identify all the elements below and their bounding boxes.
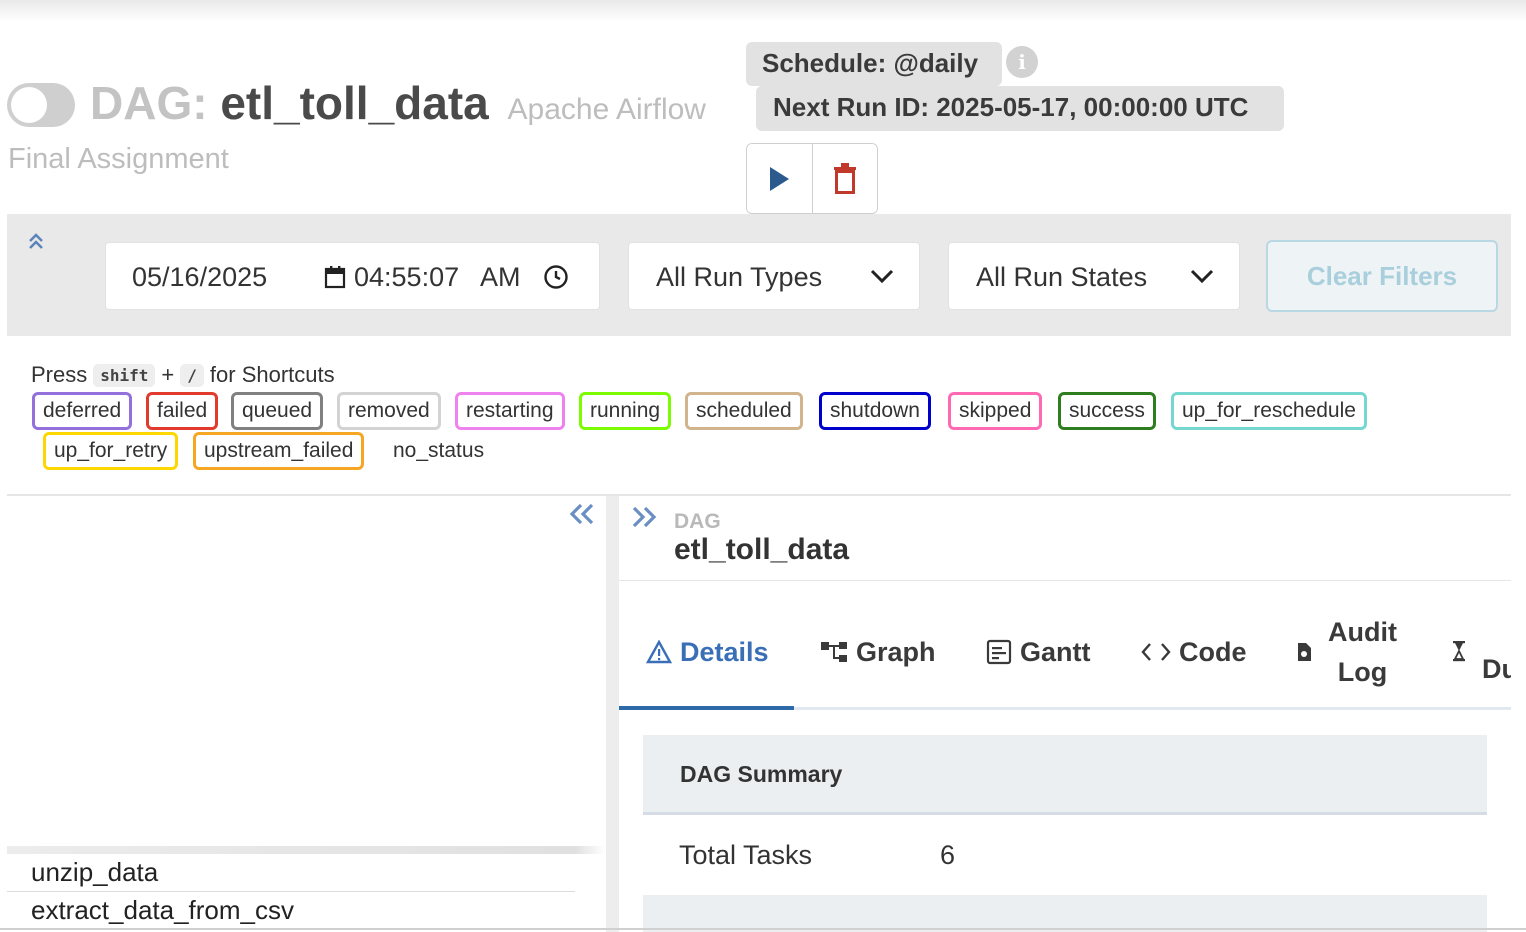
dag-title-app: Apache Airflow: [507, 93, 706, 126]
grid-scrollbar[interactable]: [7, 846, 605, 854]
date-value: 05/16/2025: [132, 262, 268, 292]
code-icon: [1141, 641, 1171, 663]
state-legend-item[interactable]: queued: [231, 392, 324, 430]
state-legend-item[interactable]: restarting: [455, 392, 565, 430]
dag-title-id: etl_toll_data: [220, 77, 489, 129]
run-type-value: All Run Types: [656, 262, 823, 292]
state-legend-item[interactable]: success: [1058, 392, 1156, 430]
tab-code[interactable]: Code: [1141, 612, 1247, 692]
state-legend-item[interactable]: skipped: [948, 392, 1043, 430]
active-tab-indicator: [619, 706, 794, 710]
state-legend-item[interactable]: failed: [146, 392, 219, 430]
dag-title-prefix: DAG:: [90, 77, 208, 129]
shortcut-key-slash: /: [180, 363, 204, 387]
divider: [7, 891, 575, 892]
collapse-grid-icon[interactable]: [568, 500, 596, 534]
run-type-select[interactable]: All Run Types: [628, 242, 920, 310]
hourglass-icon: [1452, 640, 1466, 662]
shortcut-key-shift: shift: [93, 363, 156, 387]
browser-top-shadow: [0, 0, 1526, 22]
time-value: 04:55:07: [354, 262, 460, 292]
shortcut-for-text: for Shortcuts: [209, 362, 335, 387]
tab-label: Graph: [856, 636, 936, 667]
play-icon: [770, 166, 790, 191]
details-dag-id[interactable]: etl_toll_data: [674, 533, 849, 567]
state-legend-item[interactable]: removed: [337, 392, 441, 430]
tab-label-line2: Log: [1337, 657, 1388, 687]
shortcut-hint: Press shift + / for Shortcuts: [31, 362, 335, 388]
shortcut-press-text: Press: [31, 362, 88, 387]
chevron-down-icon: [869, 263, 895, 294]
clock-icon[interactable]: [543, 264, 569, 295]
clear-filters-button[interactable]: Clear Filters: [1266, 240, 1498, 312]
summary-row: [643, 895, 1487, 932]
tab-gantt[interactable]: Gantt: [986, 612, 1091, 692]
divider: [7, 494, 1511, 496]
shortcut-plus: +: [161, 362, 175, 387]
tab-duration[interactable]: Du: [1452, 612, 1511, 692]
state-legend-item[interactable]: up_for_retry: [43, 432, 179, 470]
tab-audit-log[interactable]: Audit Log: [1296, 612, 1397, 692]
task-row[interactable]: unzip_data: [31, 857, 158, 888]
state-legend-item[interactable]: up_for_reschedule: [1171, 392, 1367, 430]
summary-header: DAG Summary: [643, 735, 1487, 815]
details-kind-label: DAG: [674, 510, 721, 533]
schedule-badge: Schedule: @daily: [746, 42, 1002, 86]
tab-graph[interactable]: Graph: [820, 612, 936, 692]
dag-description: Final Assignment: [8, 143, 229, 175]
toggle-knob: [11, 87, 47, 123]
expand-details-icon[interactable]: [630, 503, 658, 537]
tab-label: Du: [1482, 654, 1511, 684]
run-state-select[interactable]: All Run States: [948, 242, 1240, 310]
tab-label: Code: [1179, 636, 1247, 667]
dag-pause-toggle[interactable]: [7, 83, 75, 127]
page-title: DAG: etl_toll_data Apache Airflow: [90, 76, 706, 130]
delete-dag-button[interactable]: [812, 144, 877, 213]
tab-label: Gantt: [1020, 636, 1091, 667]
calendar-icon[interactable]: [324, 265, 346, 294]
gantt-icon: [986, 639, 1012, 665]
base-date-input[interactable]: 05/16/2025 04:55:07 AM: [105, 242, 600, 310]
state-legend-item[interactable]: no_status: [382, 432, 496, 470]
tab-label: Audit Log: [1328, 612, 1397, 692]
info-icon[interactable]: i: [1006, 46, 1038, 78]
state-legend-item[interactable]: running: [579, 392, 672, 430]
dag-action-buttons: [746, 143, 878, 214]
state-legend-item[interactable]: scheduled: [685, 392, 803, 430]
state-legend-item[interactable]: upstream_failed: [193, 432, 365, 470]
task-row[interactable]: extract_data_from_csv: [31, 895, 294, 926]
chevron-down-icon: [1189, 263, 1215, 294]
next-run-badge: Next Run ID: 2025-05-17, 00:00:00 UTC: [756, 86, 1284, 131]
warning-triangle-icon: [646, 640, 672, 664]
graph-icon: [820, 640, 848, 664]
divider: [619, 580, 1511, 581]
trash-icon: [833, 162, 856, 194]
file-icon: [1296, 642, 1312, 662]
tab-details[interactable]: Details: [646, 612, 769, 692]
summary-title: DAG Summary: [680, 761, 843, 787]
tab-label: Details: [680, 636, 769, 667]
run-state-value: All Run States: [976, 262, 1148, 292]
state-legend-item[interactable]: shutdown: [819, 392, 931, 430]
ampm-value: AM: [480, 262, 521, 292]
summary-row: Total Tasks 6: [643, 815, 1487, 895]
trigger-dag-button[interactable]: [747, 144, 813, 213]
tab-label-line1: Audit: [1328, 617, 1397, 647]
window-bottom-edge: [0, 928, 1526, 930]
pane-resize-handle[interactable]: [606, 496, 619, 932]
collapse-header-icon[interactable]: [28, 232, 44, 258]
total-tasks-value: 6: [940, 840, 956, 870]
state-legend-item[interactable]: deferred: [32, 392, 133, 430]
total-tasks-label: Total Tasks: [679, 840, 813, 870]
